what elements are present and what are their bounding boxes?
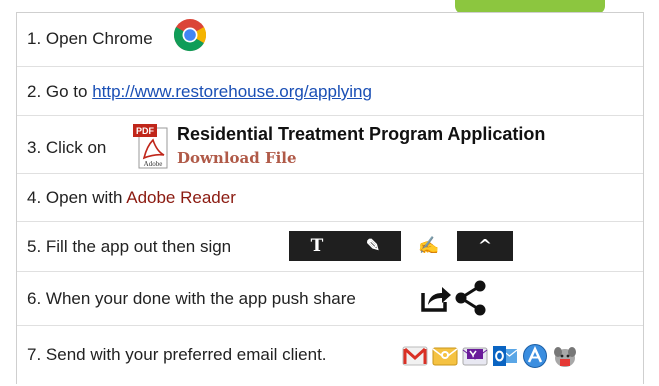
gmail-icon[interactable] (402, 343, 428, 369)
text-tool-button[interactable]: T (289, 231, 345, 261)
outlook-icon[interactable] (492, 343, 518, 369)
step-6: 6. When your done with the app push shar… (17, 272, 643, 326)
signature-toolbar: T ✎ ✍ ^ (289, 231, 513, 261)
collapse-toolbar-button[interactable]: ^ (457, 231, 513, 261)
svg-text:PDF: PDF (136, 126, 155, 136)
step-4-prefix: 4. Open with (27, 188, 127, 207)
step-7-text: 7. Send with your preferred email client… (27, 345, 327, 364)
step-3-prefix: 3. Click on (27, 138, 107, 157)
step-3[interactable]: 3. Click on PDF Adobe Residential Treatm… (17, 116, 643, 174)
adobe-reader-label: Adobe Reader (126, 188, 236, 207)
step-6-text: 6. When your done with the app push shar… (27, 289, 356, 308)
step-5: 5. Fill the app out then sign T ✎ ✍ ^ (17, 222, 643, 272)
step-2-prefix: 2. Go to (27, 82, 93, 101)
email-client-icons (402, 343, 578, 369)
step-4: 4. Open with Adobe Reader (17, 174, 643, 222)
instructions-panel: 1. Open Chrome 2. Go to http://www.resto… (16, 12, 644, 384)
step-1: 1. Open Chrome (17, 13, 643, 67)
step-2: 2. Go to http://www.restorehouse.org/app… (17, 67, 643, 116)
applying-link[interactable]: http://www.restorehouse.org/applying (92, 82, 372, 101)
svg-text:Adobe: Adobe (144, 160, 163, 168)
step-1-text: 1. Open Chrome (27, 29, 153, 48)
mail-icon[interactable] (432, 343, 458, 369)
pdf-file-icon[interactable]: PDF Adobe (133, 122, 173, 170)
k9-mail-icon[interactable] (552, 343, 578, 369)
download-file-link[interactable]: Download File (177, 149, 297, 167)
email-app-icon[interactable] (522, 343, 548, 369)
pen-tool-button[interactable]: ✎ (345, 231, 401, 261)
chrome-icon (173, 19, 207, 52)
program-title-link[interactable]: Residential Treatment Program Applicatio… (177, 124, 545, 145)
share-icon[interactable] (420, 283, 452, 313)
step-5-text: 5. Fill the app out then sign (27, 237, 232, 256)
signature-tool-button[interactable]: ✍ (401, 231, 457, 261)
share-nodes-icon[interactable] (454, 280, 486, 316)
step-7: 7. Send with your preferred email client… (17, 326, 643, 385)
yahoo-mail-icon[interactable] (462, 343, 488, 369)
